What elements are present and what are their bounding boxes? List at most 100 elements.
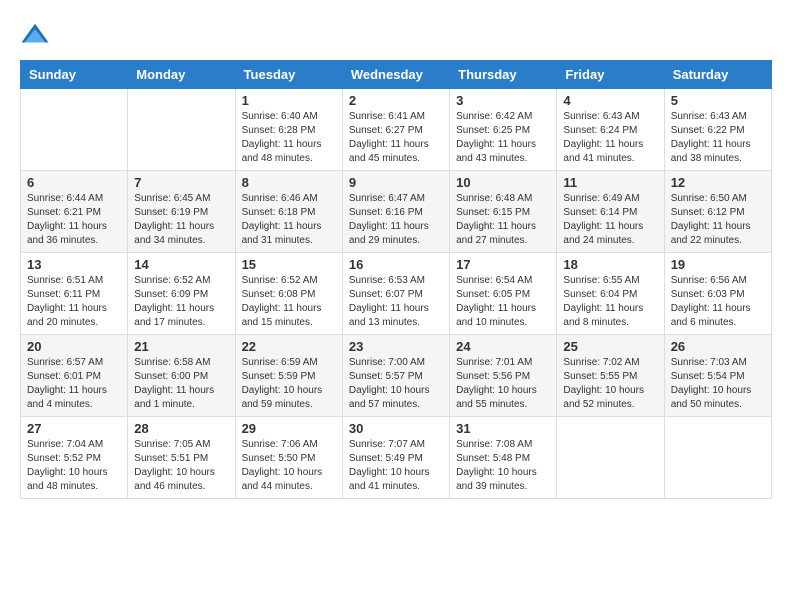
calendar-cell: 24 Sunrise: 7:01 AM Sunset: 5:56 PM Dayli… — [450, 335, 557, 417]
day-info: Sunrise: 6:46 AM Sunset: 6:18 PM Dayligh… — [242, 192, 336, 248]
calendar-week-row: 20 Sunrise: 6:57 AM Sunset: 6:01 PM Dayli… — [21, 335, 772, 417]
day-number: 23 — [349, 339, 443, 354]
day-number: 13 — [27, 257, 121, 272]
day-info: Sunrise: 6:44 AM Sunset: 6:21 PM Dayligh… — [27, 192, 121, 248]
day-info: Sunrise: 6:52 AM Sunset: 6:09 PM Dayligh… — [134, 274, 228, 330]
calendar-cell: 22 Sunrise: 6:59 AM Sunset: 5:59 PM Dayli… — [235, 335, 342, 417]
day-info: Sunrise: 6:50 AM Sunset: 6:12 PM Dayligh… — [671, 192, 765, 248]
day-number: 7 — [134, 175, 228, 190]
day-info: Sunrise: 6:45 AM Sunset: 6:19 PM Dayligh… — [134, 192, 228, 248]
day-info: Sunrise: 6:54 AM Sunset: 6:05 PM Dayligh… — [456, 274, 550, 330]
day-info: Sunrise: 7:00 AM Sunset: 5:57 PM Dayligh… — [349, 356, 443, 412]
calendar-cell: 12 Sunrise: 6:50 AM Sunset: 6:12 PM Dayli… — [664, 171, 771, 253]
day-info: Sunrise: 7:04 AM Sunset: 5:52 PM Dayligh… — [27, 438, 121, 494]
calendar-cell: 16 Sunrise: 6:53 AM Sunset: 6:07 PM Dayli… — [342, 253, 449, 335]
page-header — [20, 20, 772, 50]
day-info: Sunrise: 6:56 AM Sunset: 6:03 PM Dayligh… — [671, 274, 765, 330]
day-info: Sunrise: 7:07 AM Sunset: 5:49 PM Dayligh… — [349, 438, 443, 494]
day-number: 10 — [456, 175, 550, 190]
day-info: Sunrise: 7:03 AM Sunset: 5:54 PM Dayligh… — [671, 356, 765, 412]
day-info: Sunrise: 6:43 AM Sunset: 6:22 PM Dayligh… — [671, 110, 765, 166]
calendar-header: SundayMondayTuesdayWednesdayThursdayFrid… — [21, 61, 772, 89]
day-number: 28 — [134, 421, 228, 436]
header-saturday: Saturday — [664, 61, 771, 89]
day-number: 2 — [349, 93, 443, 108]
calendar-cell: 28 Sunrise: 7:05 AM Sunset: 5:51 PM Dayli… — [128, 417, 235, 499]
calendar-cell: 26 Sunrise: 7:03 AM Sunset: 5:54 PM Dayli… — [664, 335, 771, 417]
calendar-cell: 1 Sunrise: 6:40 AM Sunset: 6:28 PM Daylig… — [235, 89, 342, 171]
calendar-cell: 10Sunrise: 6:48 AM Sunset: 6:15 PM Dayli… — [450, 171, 557, 253]
day-number: 19 — [671, 257, 765, 272]
day-number: 17 — [456, 257, 550, 272]
day-info: Sunrise: 6:58 AM Sunset: 6:00 PM Dayligh… — [134, 356, 228, 412]
header-friday: Friday — [557, 61, 664, 89]
day-number: 16 — [349, 257, 443, 272]
calendar-cell: 30 Sunrise: 7:07 AM Sunset: 5:49 PM Dayli… — [342, 417, 449, 499]
day-info: Sunrise: 6:49 AM Sunset: 6:14 PM Dayligh… — [563, 192, 657, 248]
calendar-cell: 13 Sunrise: 6:51 AM Sunset: 6:11 PM Dayli… — [21, 253, 128, 335]
calendar-cell: 23 Sunrise: 7:00 AM Sunset: 5:57 PM Dayli… — [342, 335, 449, 417]
calendar-cell — [557, 417, 664, 499]
calendar-cell: 21Sunrise: 6:58 AM Sunset: 6:00 PM Dayli… — [128, 335, 235, 417]
header-wednesday: Wednesday — [342, 61, 449, 89]
day-info: Sunrise: 7:02 AM Sunset: 5:55 PM Dayligh… — [563, 356, 657, 412]
day-info: Sunrise: 7:01 AM Sunset: 5:56 PM Dayligh… — [456, 356, 550, 412]
calendar-cell: 15 Sunrise: 6:52 AM Sunset: 6:08 PM Dayli… — [235, 253, 342, 335]
calendar-cell: 31Sunrise: 7:08 AM Sunset: 5:48 PM Dayli… — [450, 417, 557, 499]
day-info: Sunrise: 6:57 AM Sunset: 6:01 PM Dayligh… — [27, 356, 121, 412]
day-info: Sunrise: 6:52 AM Sunset: 6:08 PM Dayligh… — [242, 274, 336, 330]
logo-icon — [20, 20, 50, 50]
calendar-table: SundayMondayTuesdayWednesdayThursdayFrid… — [20, 60, 772, 499]
day-info: Sunrise: 6:51 AM Sunset: 6:11 PM Dayligh… — [27, 274, 121, 330]
day-number: 14 — [134, 257, 228, 272]
day-info: Sunrise: 6:59 AM Sunset: 5:59 PM Dayligh… — [242, 356, 336, 412]
day-number: 22 — [242, 339, 336, 354]
calendar-week-row: 13 Sunrise: 6:51 AM Sunset: 6:11 PM Dayli… — [21, 253, 772, 335]
day-info: Sunrise: 7:06 AM Sunset: 5:50 PM Dayligh… — [242, 438, 336, 494]
header-monday: Monday — [128, 61, 235, 89]
logo — [20, 20, 54, 50]
calendar-cell: 27 Sunrise: 7:04 AM Sunset: 5:52 PM Dayli… — [21, 417, 128, 499]
header-row: SundayMondayTuesdayWednesdayThursdayFrid… — [21, 61, 772, 89]
day-info: Sunrise: 6:43 AM Sunset: 6:24 PM Dayligh… — [563, 110, 657, 166]
day-info: Sunrise: 6:55 AM Sunset: 6:04 PM Dayligh… — [563, 274, 657, 330]
header-sunday: Sunday — [21, 61, 128, 89]
day-number: 18 — [563, 257, 657, 272]
day-number: 5 — [671, 93, 765, 108]
day-number: 9 — [349, 175, 443, 190]
day-info: Sunrise: 7:05 AM Sunset: 5:51 PM Dayligh… — [134, 438, 228, 494]
calendar-cell: 6 Sunrise: 6:44 AM Sunset: 6:21 PM Daylig… — [21, 171, 128, 253]
calendar-cell — [128, 89, 235, 171]
calendar-cell: 8 Sunrise: 6:46 AM Sunset: 6:18 PM Daylig… — [235, 171, 342, 253]
calendar-cell: 11 Sunrise: 6:49 AM Sunset: 6:14 PM Dayli… — [557, 171, 664, 253]
header-tuesday: Tuesday — [235, 61, 342, 89]
day-number: 20 — [27, 339, 121, 354]
day-number: 25 — [563, 339, 657, 354]
day-info: Sunrise: 7:08 AM Sunset: 5:48 PM Dayligh… — [456, 438, 550, 494]
day-number: 24 — [456, 339, 550, 354]
calendar-cell: 3Sunrise: 6:42 AM Sunset: 6:25 PM Daylig… — [450, 89, 557, 171]
day-number: 30 — [349, 421, 443, 436]
calendar-cell: 25 Sunrise: 7:02 AM Sunset: 5:55 PM Dayli… — [557, 335, 664, 417]
day-number: 6 — [27, 175, 121, 190]
day-number: 8 — [242, 175, 336, 190]
day-info: Sunrise: 6:47 AM Sunset: 6:16 PM Dayligh… — [349, 192, 443, 248]
day-number: 12 — [671, 175, 765, 190]
day-info: Sunrise: 6:40 AM Sunset: 6:28 PM Dayligh… — [242, 110, 336, 166]
calendar-cell: 20 Sunrise: 6:57 AM Sunset: 6:01 PM Dayli… — [21, 335, 128, 417]
day-number: 1 — [242, 93, 336, 108]
day-number: 4 — [563, 93, 657, 108]
day-number: 26 — [671, 339, 765, 354]
day-number: 15 — [242, 257, 336, 272]
calendar-cell: 18 Sunrise: 6:55 AM Sunset: 6:04 PM Dayli… — [557, 253, 664, 335]
calendar-cell: 5 Sunrise: 6:43 AM Sunset: 6:22 PM Daylig… — [664, 89, 771, 171]
day-number: 3 — [456, 93, 550, 108]
day-number: 27 — [27, 421, 121, 436]
calendar-cell: 4 Sunrise: 6:43 AM Sunset: 6:24 PM Daylig… — [557, 89, 664, 171]
calendar-cell: 7 Sunrise: 6:45 AM Sunset: 6:19 PM Daylig… — [128, 171, 235, 253]
calendar-week-row: 1 Sunrise: 6:40 AM Sunset: 6:28 PM Daylig… — [21, 89, 772, 171]
day-info: Sunrise: 6:53 AM Sunset: 6:07 PM Dayligh… — [349, 274, 443, 330]
day-number: 11 — [563, 175, 657, 190]
calendar-cell — [21, 89, 128, 171]
calendar-week-row: 27 Sunrise: 7:04 AM Sunset: 5:52 PM Dayli… — [21, 417, 772, 499]
